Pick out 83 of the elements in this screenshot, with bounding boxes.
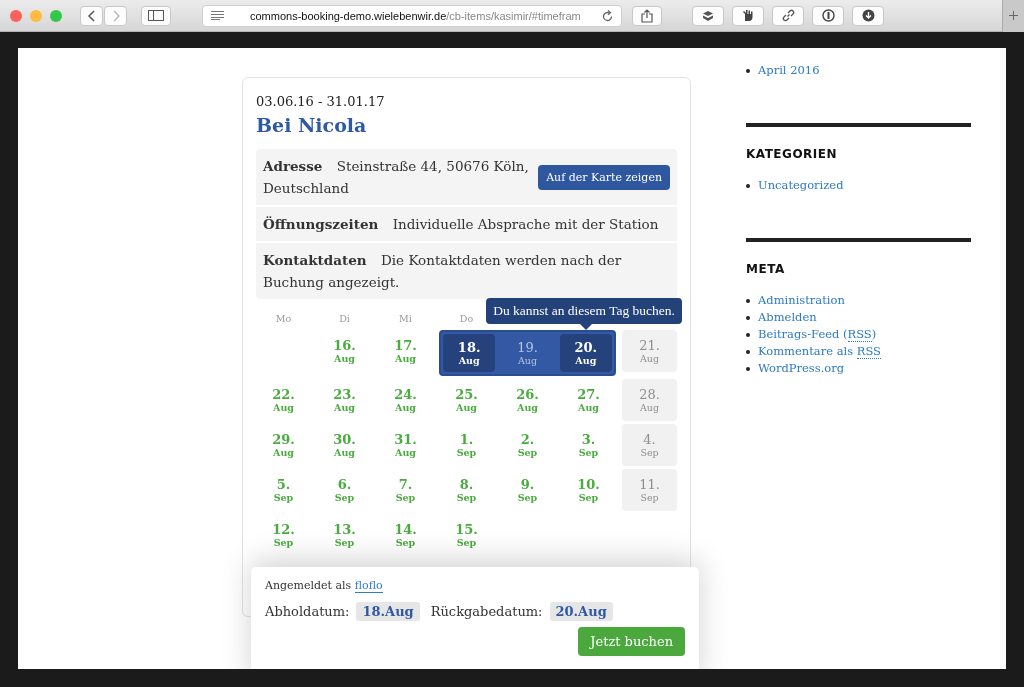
plus-icon[interactable] — [1009, 11, 1018, 20]
calendar-day[interactable]: 18. Aug — [443, 334, 496, 372]
calendar-day[interactable]: 27. Aug — [561, 379, 616, 421]
tooltip: Du kannst an diesem Tag buchen. — [486, 298, 682, 324]
sidebar-link[interactable]: Administration — [758, 292, 845, 309]
sidebar-link[interactable]: April 2016 — [758, 62, 820, 79]
weekday-label: Di — [338, 313, 351, 324]
calendar-day[interactable]: 12. Sep — [256, 514, 311, 556]
bullet-icon — [746, 298, 750, 303]
bullet-icon — [746, 68, 750, 73]
calendar-day[interactable]: 25. Aug — [439, 379, 494, 421]
username-link[interactable]: floflo — [354, 579, 383, 593]
return-label: Rückgabedatum: — [430, 604, 543, 619]
sidebar-toggle-button[interactable] — [141, 5, 171, 26]
download-icon[interactable] — [861, 9, 875, 22]
book-now-button[interactable]: Jetzt buchen — [578, 627, 685, 656]
calendar-day[interactable]: 1. Sep — [439, 424, 494, 466]
calendar-day[interactable]: 15. Sep — [439, 514, 494, 556]
calendar-day[interactable]: 24. Aug — [378, 379, 433, 421]
return-date: 20.Aug — [549, 602, 613, 621]
calendar-day[interactable]: 22. Aug — [256, 379, 311, 421]
weekday-label: Do — [458, 313, 475, 324]
calendar-day: 11. Sep — [622, 469, 677, 511]
calendar-day[interactable]: 20. Aug — [559, 334, 612, 372]
info-icon[interactable] — [821, 9, 835, 22]
link-button[interactable] — [772, 5, 804, 26]
sidebar-link[interactable]: Abmelden — [758, 309, 817, 326]
calendar-day[interactable]: 26. Aug — [500, 379, 555, 421]
calendar-day[interactable]: 7. Sep — [378, 469, 433, 511]
calendar-day[interactable]: 23. Aug — [317, 379, 372, 421]
address-bar[interactable]: commons-booking-demo.wielebenwir.de/cb-items/kasimir/#timefram — [202, 4, 622, 27]
date-range: 03.06.16 - 31.01.17 — [256, 94, 386, 109]
bullet-icon — [746, 183, 750, 188]
calendar-day[interactable]: 31. Aug — [378, 424, 433, 466]
widget-title: KATEGORIEN — [746, 147, 839, 161]
sidebar-link[interactable]: Beitrags-Feed (RSS) — [758, 326, 877, 343]
back-button[interactable] — [80, 5, 103, 26]
layers-icon[interactable] — [702, 9, 714, 22]
show-map-button[interactable]: Auf der Karte zeigen — [538, 164, 670, 190]
hand-icon[interactable] — [742, 9, 754, 22]
weekday-label: Mi — [398, 313, 413, 324]
bullet-icon — [746, 366, 750, 371]
sidebar-link[interactable]: WordPress.org — [758, 360, 845, 377]
calendar-day[interactable]: 9. Sep — [500, 469, 555, 511]
widget-title: META — [746, 262, 786, 276]
calendar-day[interactable]: 13. Sep — [317, 514, 372, 556]
weekday-label: Mo — [274, 313, 293, 324]
calendar-day[interactable]: 10. Sep — [561, 469, 616, 511]
calendar-day[interactable]: 19. Aug — [501, 334, 554, 372]
calendar-day[interactable]: 8. Sep — [439, 469, 494, 511]
calendar-day[interactable]: 30. Aug — [317, 424, 372, 466]
detail-text: Kontaktdaten Die Kontaktdaten werden nach der Buchung angezeigt. — [263, 251, 623, 292]
share-icon[interactable] — [641, 8, 653, 23]
calendar-day[interactable]: 3. Sep — [561, 424, 616, 466]
calendar-day[interactable]: 2. Sep — [500, 424, 555, 466]
reload-icon[interactable] — [602, 9, 613, 22]
bullet-icon — [746, 315, 750, 320]
back-icon[interactable] — [87, 9, 96, 22]
calendar-day[interactable]: 16. Aug — [317, 330, 372, 372]
link-icon[interactable] — [781, 9, 795, 22]
calendar-day[interactable]: 17. Aug — [378, 330, 433, 372]
pickup-date: 18.Aug — [356, 602, 420, 621]
calendar-day[interactable]: 29. Aug — [256, 424, 311, 466]
sidebar-link[interactable]: Uncategorized — [758, 177, 844, 194]
detail-text: Adresse Steinstraße 44, 50676 Köln, Deutschland — [263, 157, 530, 198]
bullet-icon — [746, 332, 750, 337]
location-title[interactable]: Bei Nicola — [256, 114, 677, 136]
calendar-day: 21. Aug — [622, 330, 677, 372]
sidebar-icon[interactable] — [148, 10, 164, 21]
calendar-day[interactable]: 6. Sep — [317, 469, 372, 511]
download-button[interactable] — [852, 5, 884, 26]
sidebar-link[interactable]: Kommentare als RSS — [758, 343, 881, 360]
tooltip-pointer — [579, 324, 592, 330]
calendar-day[interactable]: 14. Sep — [378, 514, 433, 556]
bullet-icon — [746, 349, 750, 354]
login-status: Angemeldet als floflo — [265, 579, 384, 592]
detail-text: Öffnungszeiten Individuelle Absprache mit der Station — [263, 215, 660, 234]
reader-icon[interactable] — [211, 11, 224, 20]
new-tab-button[interactable] — [1002, 0, 1024, 32]
pickup-label: Abholdatum: — [265, 604, 350, 619]
calendar-day[interactable]: 5. Sep — [256, 469, 311, 511]
calendar-day: 4. Sep — [622, 424, 677, 466]
calendar-day: 28. Aug — [622, 379, 677, 421]
